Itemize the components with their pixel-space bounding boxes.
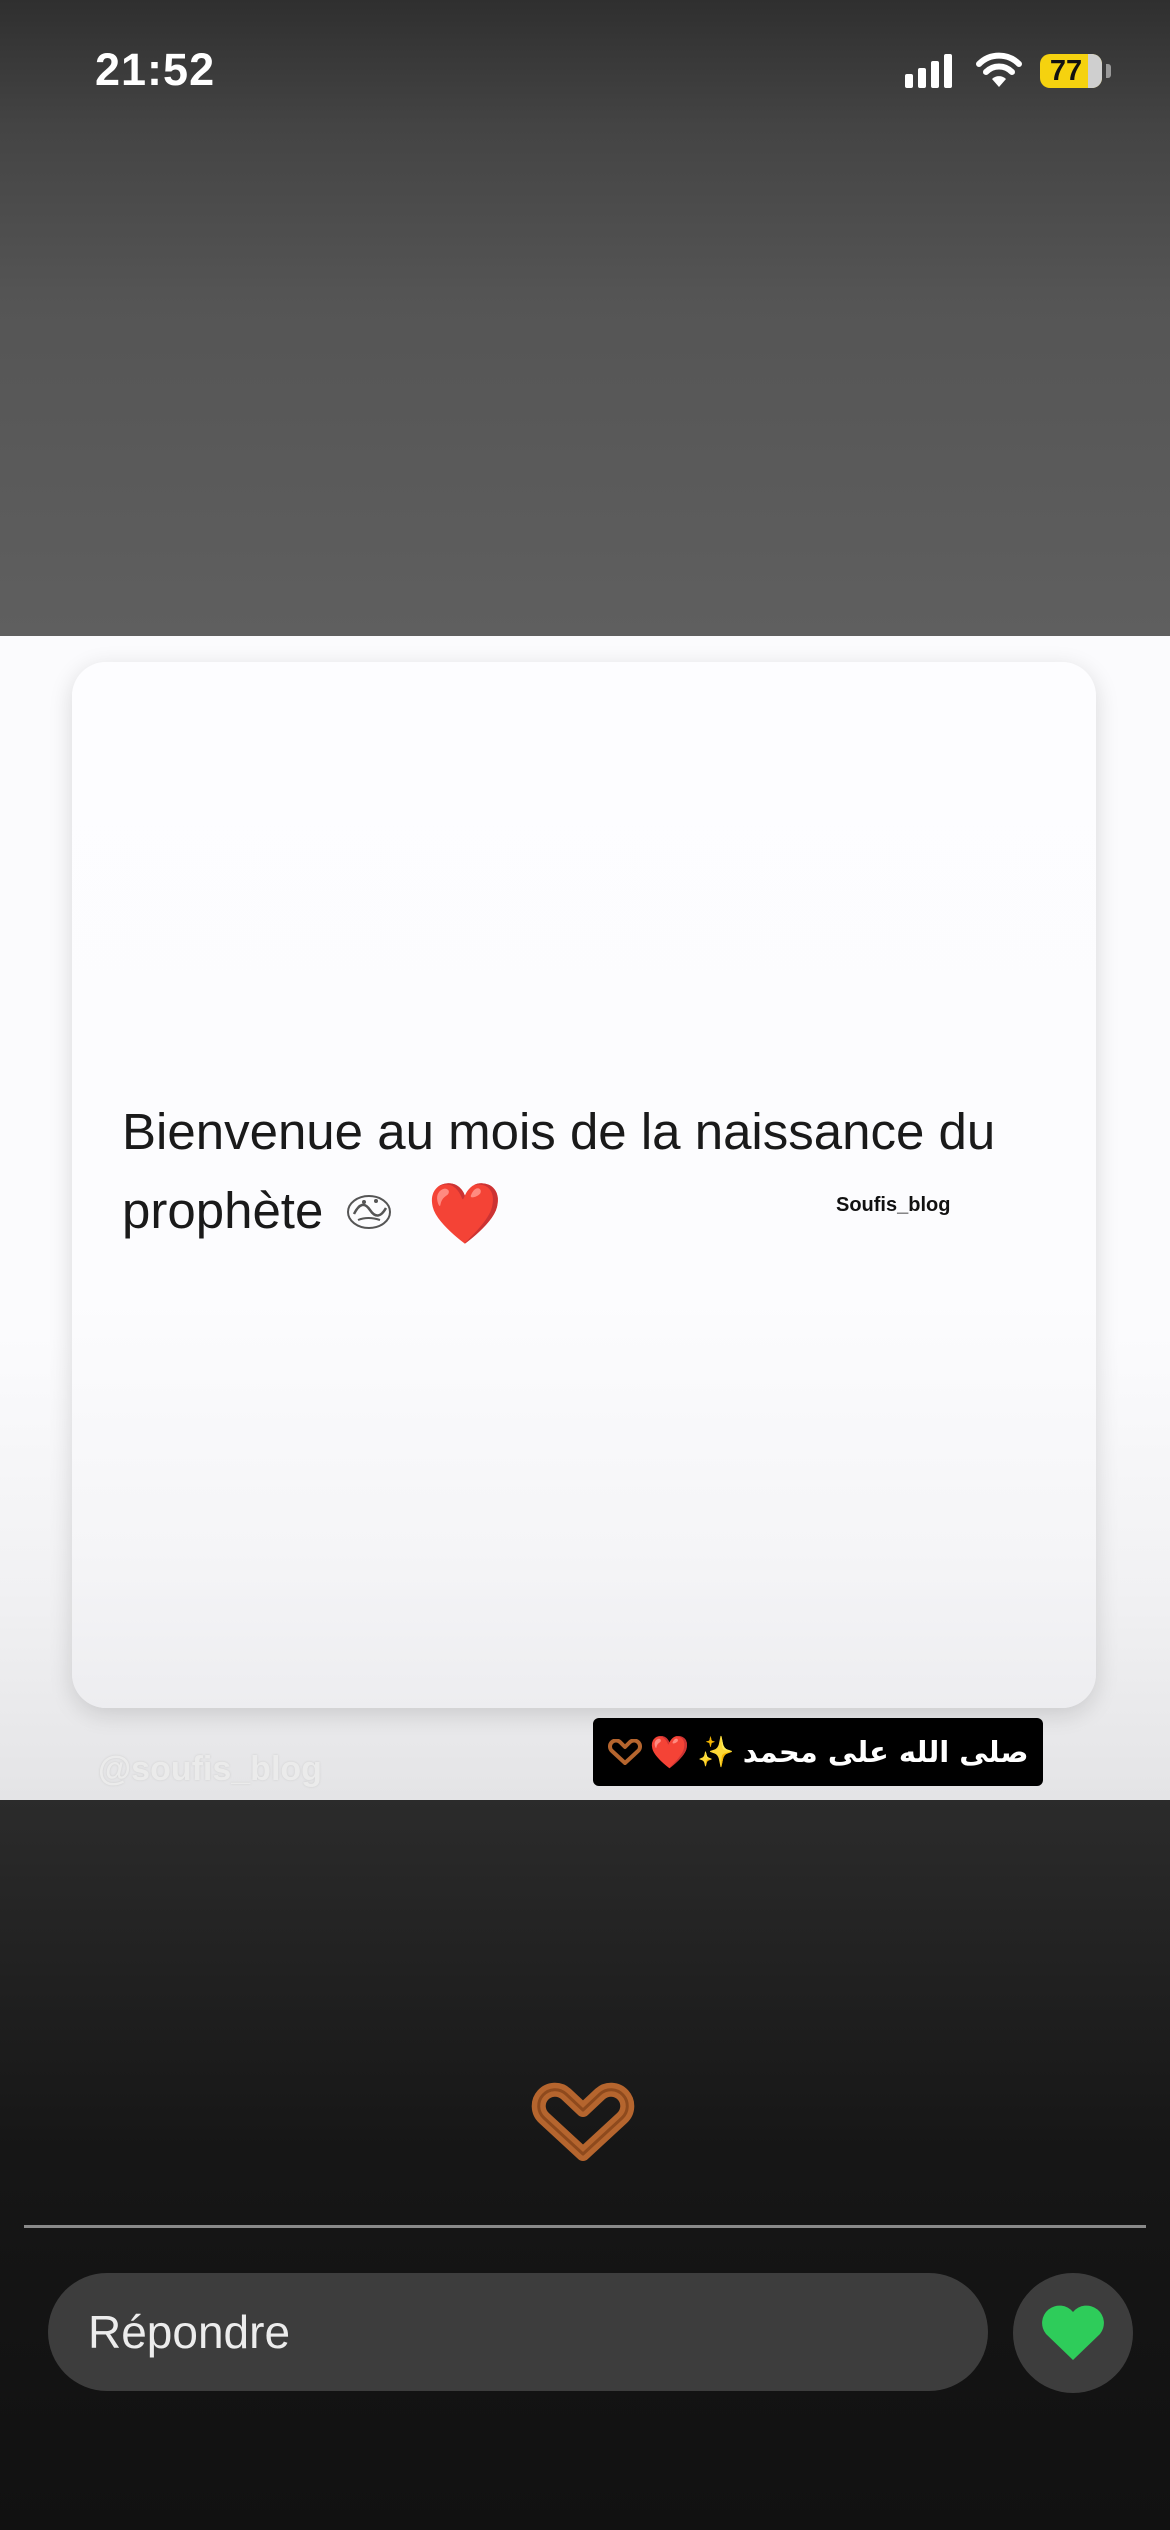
wifi-icon [976, 52, 1022, 87]
story-card: Bienvenue au mois de la naissance du pro… [72, 662, 1096, 1708]
battery-icon: 77 [1040, 54, 1102, 88]
pbuh-ligature-icon [346, 1195, 391, 1229]
like-button[interactable] [1013, 2273, 1133, 2393]
status-time: 21:52 [95, 44, 216, 95]
battery-nub [1106, 64, 1111, 78]
caption-text: Bienvenue au mois de la naissance du pro… [122, 1103, 996, 1239]
arabic-sticker-text: صلى الله على محمد [742, 1735, 1029, 1769]
caption-watermark: Soufis_blog [836, 1194, 951, 1216]
cellular-signal-icon [905, 52, 952, 88]
red-heart-icon: ❤️ [427, 1180, 503, 1247]
battery-level: 77 [1049, 54, 1083, 87]
heart-hands-small-icon [607, 1739, 642, 1765]
story-caption: Bienvenue au mois de la naissance du pro… [122, 1092, 1062, 1250]
story-progress-line [24, 2225, 1146, 2228]
reply-input[interactable] [48, 2273, 988, 2391]
heart-icon [1042, 2305, 1104, 2360]
arabic-sticker: ❤️ ✨ صلى الله على محمد [593, 1718, 1043, 1786]
handle-watermark: @soufis_blog [98, 1750, 322, 1788]
story-image[interactable]: Bienvenue au mois de la naissance du pro… [0, 636, 1170, 1800]
heart-hands-icon [531, 2082, 635, 2161]
sparkle-icon: ✨ [697, 1734, 735, 1770]
sticker-heart-icon: ❤️ [649, 1733, 690, 1771]
